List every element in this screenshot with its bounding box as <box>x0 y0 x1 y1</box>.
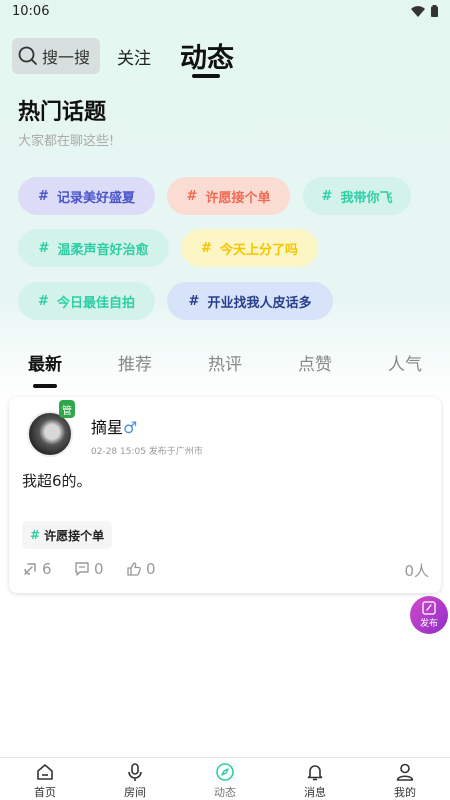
search-label: 搜一搜 <box>42 48 91 67</box>
username-text: 摘星 <box>91 418 124 437</box>
search-icon <box>18 46 37 65</box>
hot-topics-subtitle: 大家都在聊这些! <box>18 134 115 149</box>
nav-home-label: 首页 <box>34 786 56 799</box>
share-button[interactable]: 6 <box>22 560 52 578</box>
hash-icon: # <box>38 240 50 256</box>
tab-recommended[interactable]: 推荐 <box>118 350 152 375</box>
post-topic-tag[interactable]: # 许愿接个单 <box>22 521 113 549</box>
edit-icon <box>422 601 436 615</box>
topic-chip-label: 我带你飞 <box>340 190 393 206</box>
nav-dynamic-label: 动态 <box>214 786 236 799</box>
share-count: 6 <box>42 560 52 578</box>
topic-chip-label: 今天上分了吗 <box>219 242 298 258</box>
post-topic-label: 许愿接个单 <box>44 528 105 543</box>
topic-chip-label: 记录美好盛夏 <box>56 190 135 206</box>
people-count: 0人 <box>404 562 429 580</box>
topic-chip-label: 今日最佳自拍 <box>56 295 135 311</box>
topic-chip-label: 开业找我人皮话多 <box>207 295 312 311</box>
topic-chip[interactable]: # 温柔声音好治愈 <box>18 229 169 267</box>
tab-latest[interactable]: 最新 <box>28 350 62 375</box>
status-icons <box>411 5 438 17</box>
topic-chip[interactable]: # 今日最佳自拍 <box>18 282 155 320</box>
username[interactable]: 摘星♂ <box>91 414 137 438</box>
tab-dynamic[interactable]: 动态 <box>180 36 234 75</box>
nav-rooms-label: 房间 <box>124 786 146 799</box>
tab-likes[interactable]: 点赞 <box>298 350 332 375</box>
topic-chip[interactable]: # 许愿接个单 <box>167 177 290 215</box>
hot-topics-title: 热门话题 <box>18 100 107 125</box>
publish-button[interactable]: 发布 <box>410 596 448 634</box>
nav-messages[interactable]: 消息 <box>285 762 345 800</box>
wifi-icon <box>411 5 425 17</box>
feed-tabs: 最新 推荐 热评 点赞 人气 <box>0 350 450 390</box>
nav-home[interactable]: 首页 <box>15 762 75 800</box>
post-content: 我超6的。 <box>22 472 92 490</box>
nav-dynamic[interactable]: 动态 <box>195 762 255 800</box>
nav-rooms[interactable]: 房间 <box>105 762 165 800</box>
status-bar: 10:06 <box>0 0 450 24</box>
top-nav: 搜一搜 关注 动态 <box>0 36 450 86</box>
nav-profile-label: 我的 <box>394 786 416 799</box>
bottom-nav: 首页 房间 动态 消息 我的 <box>0 757 450 800</box>
comment-count: 0 <box>94 560 104 578</box>
tab-hot-comments[interactable]: 热评 <box>208 350 242 375</box>
nav-profile[interactable]: 我的 <box>375 762 435 800</box>
share-icon <box>24 563 36 575</box>
person-icon <box>396 763 414 781</box>
microphone-icon <box>128 763 142 781</box>
topic-chip-label: 温柔声音好治愈 <box>57 242 149 258</box>
tab-indicator <box>192 74 220 78</box>
home-icon <box>37 764 53 780</box>
thumbs-up-icon <box>127 562 141 576</box>
hash-icon: # <box>38 188 49 204</box>
admin-badge: 管 <box>59 400 75 418</box>
topic-chip[interactable]: # 我带你飞 <box>303 177 411 215</box>
post-meta: 02-28 15:05 发布于广州市 <box>91 447 203 457</box>
topic-chip[interactable]: # 记录美好盛夏 <box>18 177 155 215</box>
hash-icon: # <box>38 293 49 309</box>
like-count: 0 <box>146 560 156 578</box>
bell-icon <box>307 765 323 781</box>
hash-icon: # <box>201 240 212 256</box>
hash-icon: # <box>321 188 333 204</box>
status-time: 10:06 <box>12 4 50 19</box>
hash-icon: # <box>186 188 198 204</box>
publish-label: 发布 <box>419 619 438 629</box>
hash-icon: # <box>30 528 41 542</box>
nav-messages-label: 消息 <box>304 786 326 799</box>
compass-icon <box>216 763 234 781</box>
feed-tab-indicator <box>33 384 57 388</box>
tab-follow[interactable]: 关注 <box>117 44 151 69</box>
comment-icon <box>75 562 89 576</box>
topic-chip-label: 许愿接个单 <box>205 190 271 206</box>
male-icon: ♂ <box>123 418 138 437</box>
like-button[interactable]: 0 <box>126 560 156 578</box>
tab-popularity[interactable]: 人气 <box>388 350 422 375</box>
hash-icon: # <box>188 293 200 309</box>
search-button[interactable]: 搜一搜 <box>12 38 100 74</box>
comment-button[interactable]: 0 <box>74 560 104 578</box>
topic-chip[interactable]: # 今天上分了吗 <box>181 229 318 267</box>
post-card[interactable]: 管 摘星♂ 02-28 15:05 发布于广州市 我超6的。 # 许愿接个单 6… <box>9 397 441 593</box>
topic-chip[interactable]: # 开业找我人皮话多 <box>167 282 333 320</box>
battery-icon <box>431 5 438 17</box>
